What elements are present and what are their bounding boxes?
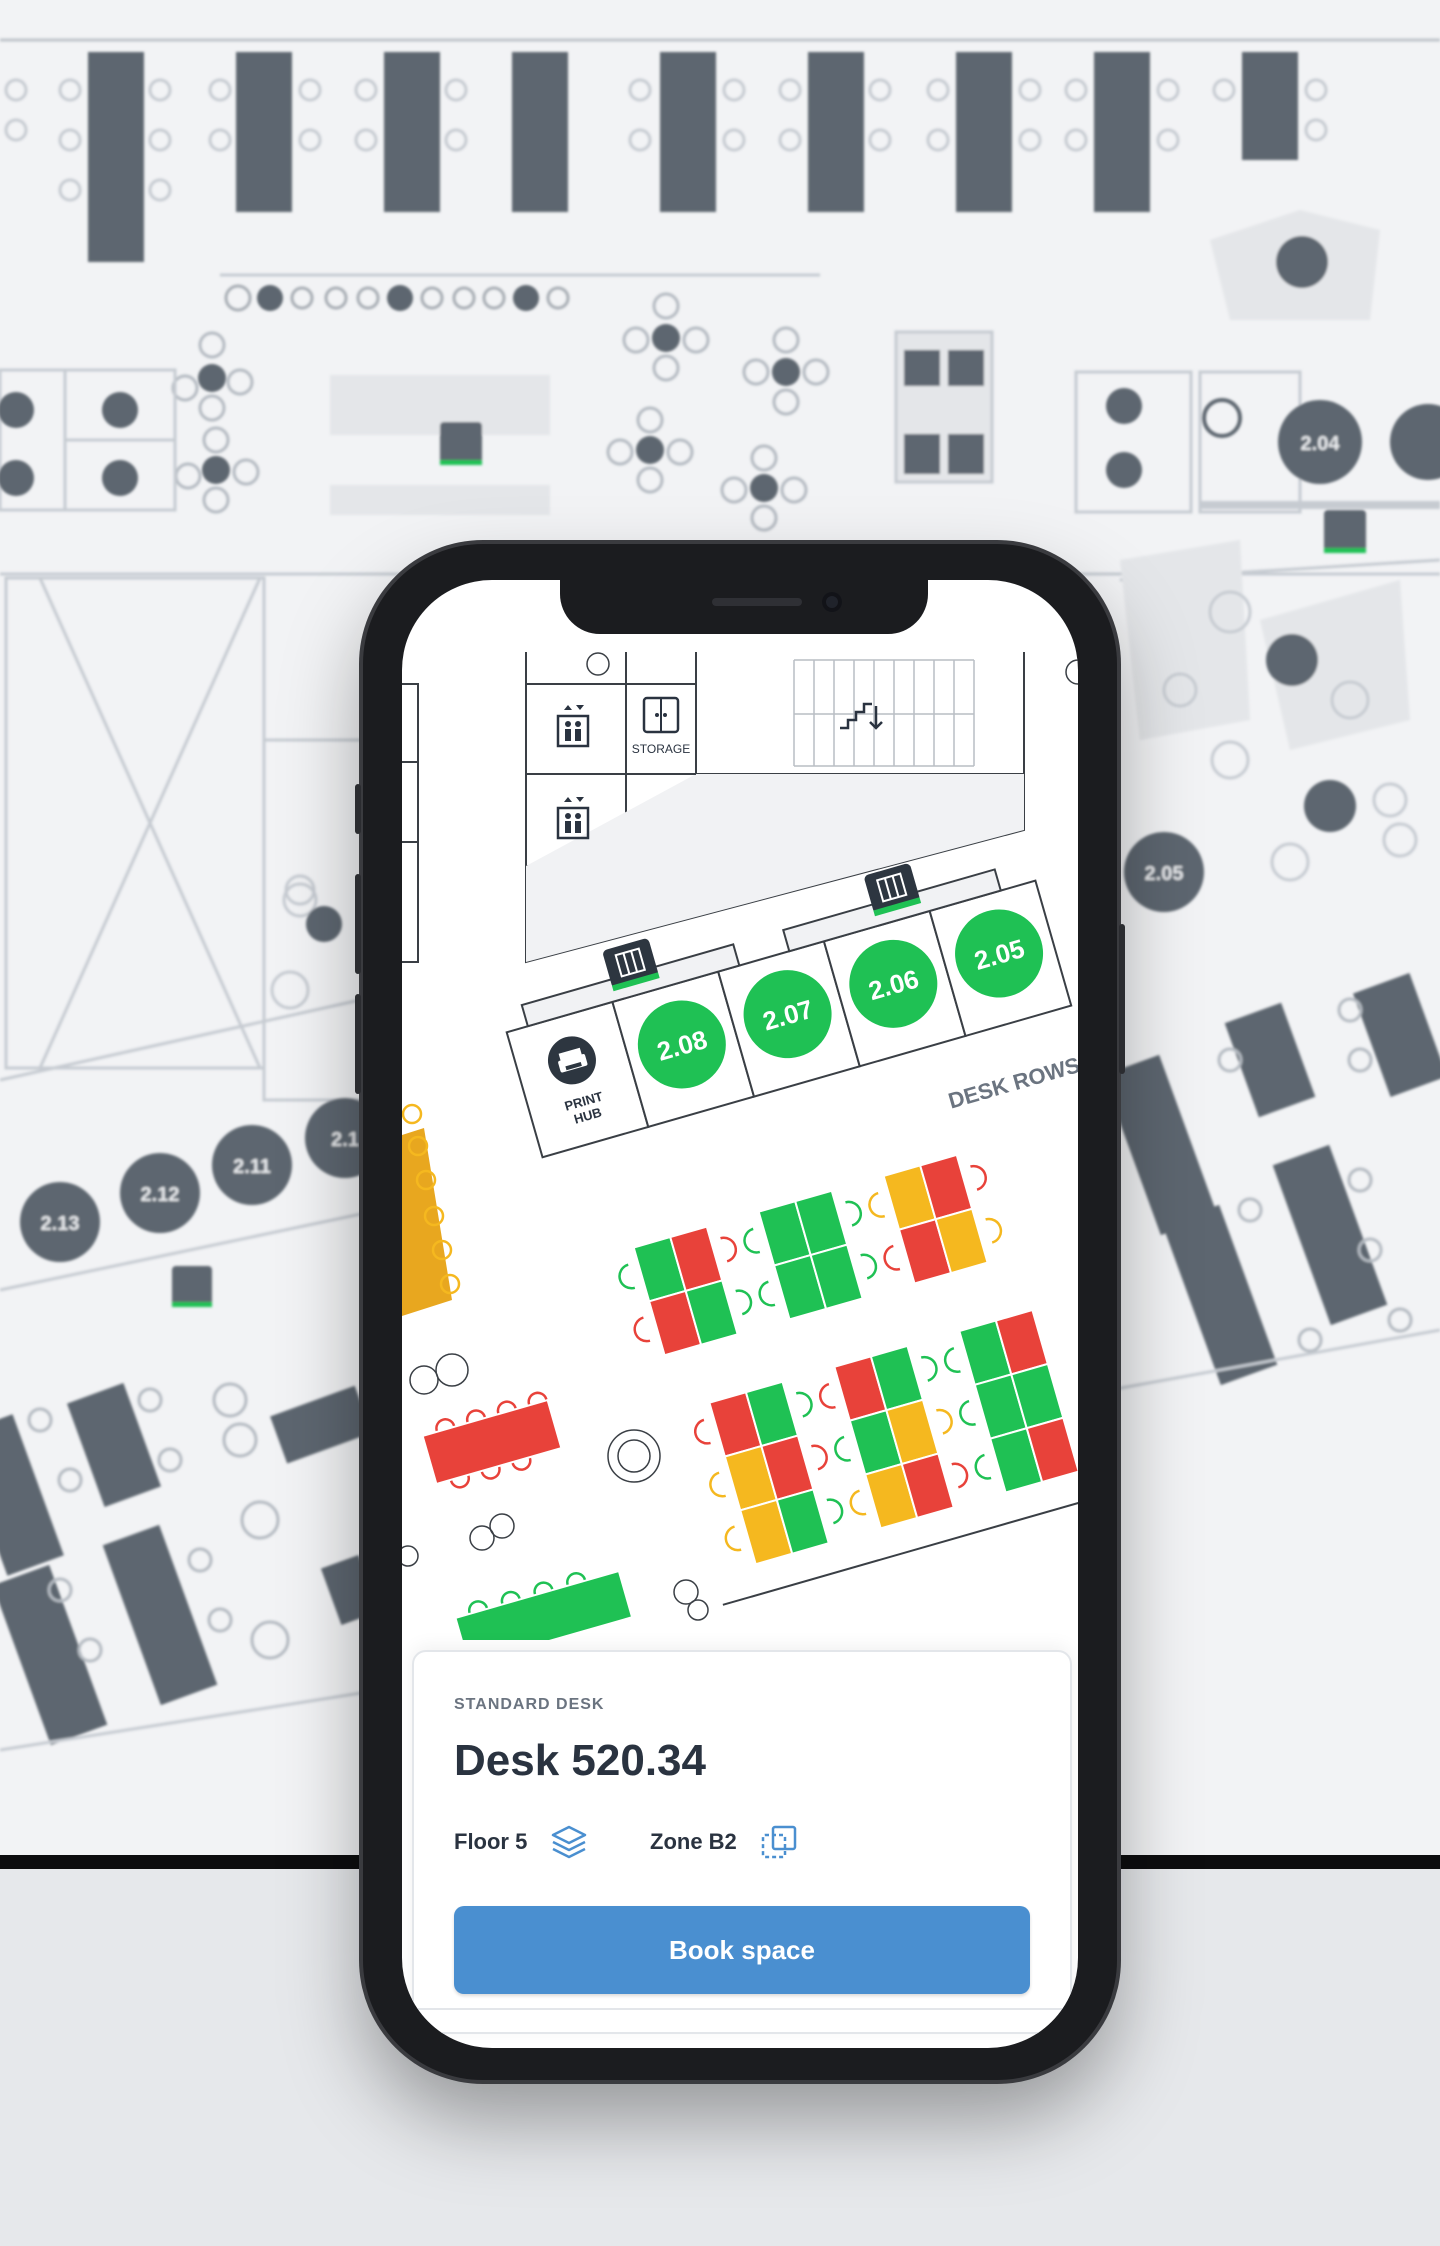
- phone-screen: STORAGE PRINT HUB 2.08 2.07 2.06 2.05 DE…: [402, 580, 1078, 2048]
- phone-mute-switch: [355, 784, 361, 834]
- layers-icon[interactable]: [547, 1820, 591, 1864]
- sheet-divider: [412, 2008, 1068, 2010]
- desk-cluster-left[interactable]: [402, 1103, 461, 1316]
- desk-details-sheet: STANDARD DESK Desk 520.34 Floor 5 Zone B…: [412, 1650, 1072, 2034]
- desk-cluster[interactable]: [882, 1153, 989, 1285]
- desk-cluster[interactable]: [632, 1225, 739, 1357]
- desk-cluster[interactable]: [757, 1189, 864, 1321]
- desk-name: Desk 520.34: [454, 1736, 706, 1785]
- elevator-icon: [556, 705, 590, 748]
- phone-power-button: [1119, 924, 1125, 1074]
- zone-select-icon[interactable]: [757, 1820, 801, 1864]
- floor-info[interactable]: Floor 5: [454, 1820, 591, 1864]
- bg-room-label: 2.11: [233, 1156, 271, 1178]
- desk-rows-label: DESK ROWS 0: [945, 1047, 1078, 1113]
- bg-room-label: 2.13: [41, 1213, 80, 1235]
- bg-room-2-05: 2.05: [1124, 832, 1204, 912]
- speaker-grille: [712, 598, 802, 606]
- desk-cluster[interactable]: [958, 1308, 1078, 1494]
- bg-room-label: 2.1: [331, 1129, 359, 1151]
- bg-room-2-04: 2.04: [1278, 400, 1362, 484]
- bg-room-label: 2.04: [1301, 433, 1341, 455]
- storage-cabinet-icon: [642, 696, 680, 734]
- front-camera: [822, 592, 842, 612]
- phone-volume-down: [355, 994, 361, 1094]
- zone-info[interactable]: Zone B2: [650, 1820, 801, 1864]
- stairs-icon: [840, 702, 883, 730]
- desk-type-label: STANDARD DESK: [454, 1696, 605, 1713]
- plant-icons: [402, 1353, 709, 1621]
- phone-notch: [560, 580, 928, 634]
- storage-label: STORAGE: [632, 742, 690, 756]
- book-space-button[interactable]: Book space: [454, 1906, 1030, 1994]
- meeting-table-green[interactable]: [454, 1562, 631, 1640]
- floor-label: Floor 5: [454, 1829, 528, 1854]
- phone-volume-up: [355, 874, 361, 974]
- elevator-icon: [556, 797, 590, 840]
- meeting-table-red[interactable]: [421, 1391, 563, 1494]
- bg-room-label: 2.12: [141, 1184, 180, 1206]
- zone-label: Zone B2: [650, 1829, 737, 1854]
- floor-map[interactable]: STORAGE PRINT HUB 2.08 2.07 2.06 2.05 DE…: [402, 580, 1078, 1640]
- bg-room-label: 2.05: [1145, 863, 1184, 885]
